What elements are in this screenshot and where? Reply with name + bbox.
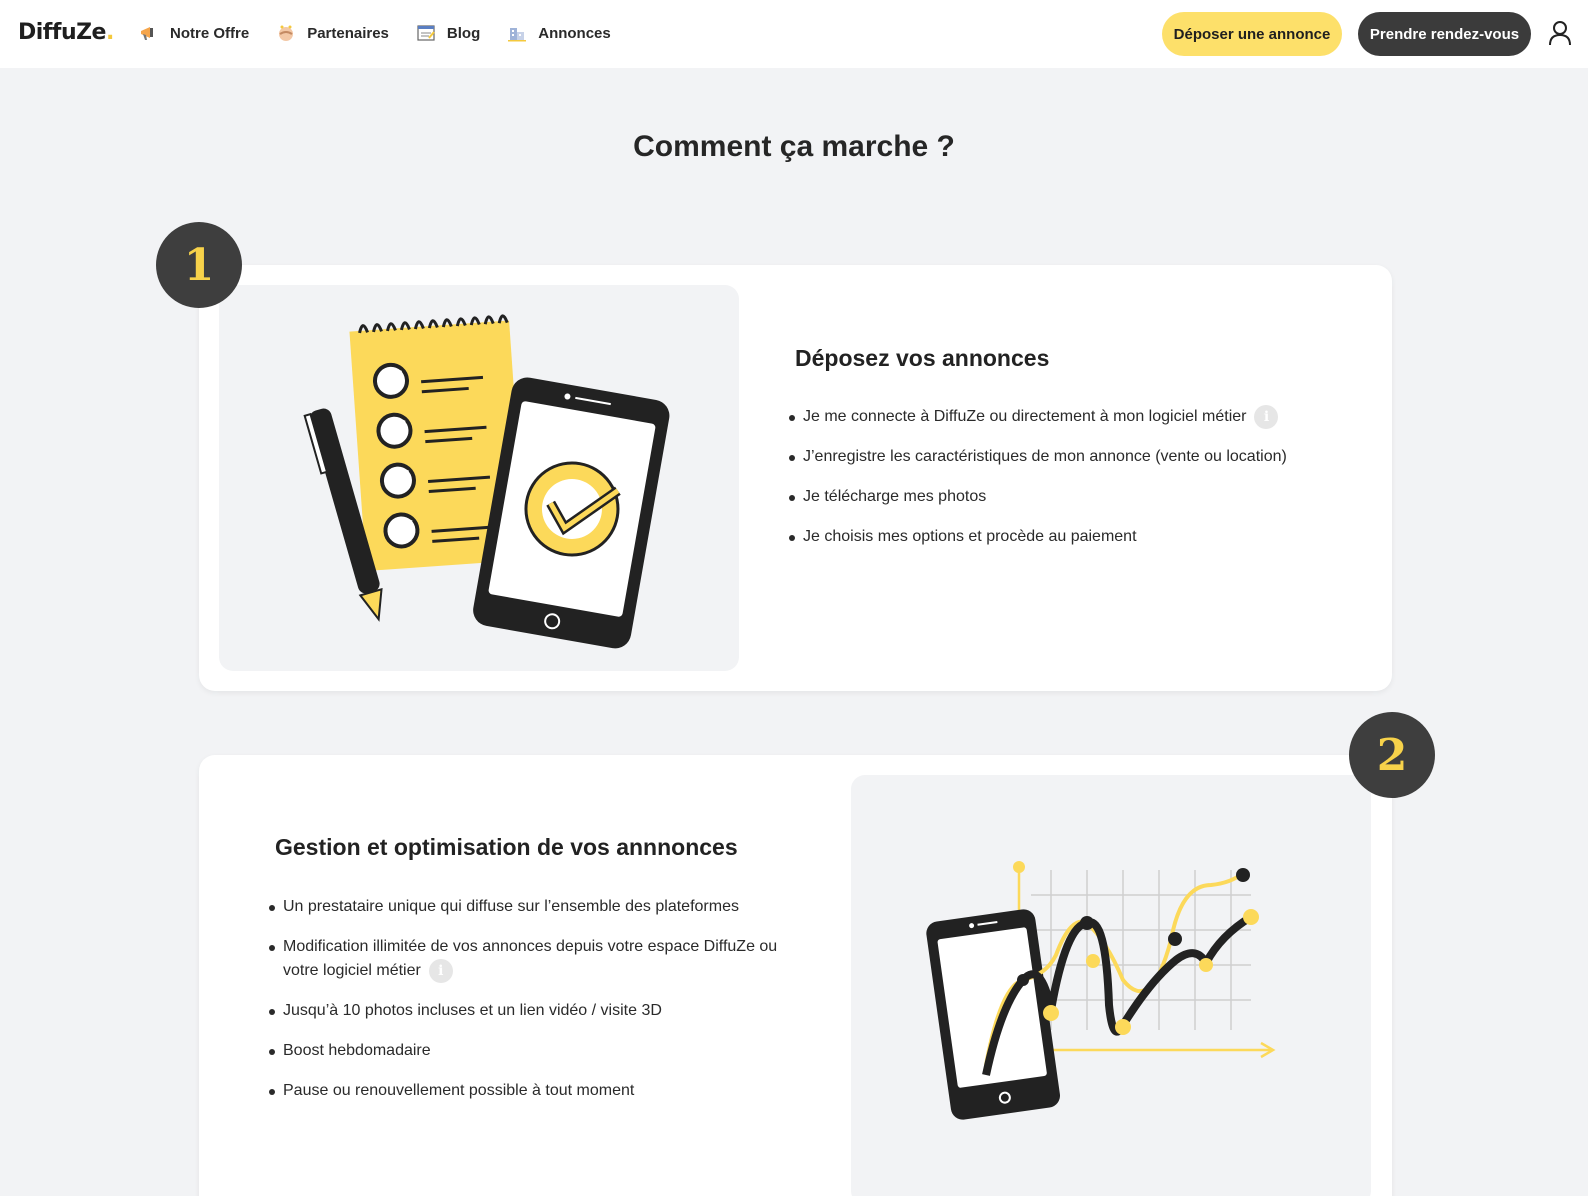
main-nav: Notre Offre Partenaires Blog Annonces [138,22,611,44]
handshake-icon [275,22,297,44]
nav-label: Partenaires [307,24,389,42]
step-number-badge: 2 [1349,712,1435,798]
user-icon[interactable] [1547,20,1573,46]
nav-label: Notre Offre [170,24,250,42]
nav-label: Annonces [538,24,611,42]
step-bullets: Un prestataire unique qui diffuse sur l’… [267,895,787,1119]
list-item: Jusqu’à 10 photos incluses et un lien vi… [267,999,787,1023]
list-item: Pause ou renouvellement possible à tout … [267,1079,787,1103]
nav-item-partenaires[interactable]: Partenaires [275,22,389,44]
step-card-1: Déposez vos annonces Je me connecte à Di… [199,265,1392,691]
buildings-icon [506,22,528,44]
top-navigation-bar: DiffuZe. Notre Offre Partenaires Blog An… [0,0,1588,68]
nav-item-annonces[interactable]: Annonces [506,22,611,44]
growth-chart-illustration [851,775,1371,1196]
nav-label: Blog [446,24,481,42]
list-item: Je télécharge mes photos [787,485,1347,509]
step-number-badge: 1 [156,222,242,308]
page-title: Comment ça marche ? [633,130,955,163]
list-item: Je choisis mes options et procède au pai… [787,525,1347,549]
nav-item-blog[interactable]: Blog [415,22,480,44]
list-item: Modification illimitée de vos annonces d… [267,935,787,983]
megaphone-icon [138,22,160,44]
list-item: Un prestataire unique qui diffuse sur l’… [267,895,787,919]
notepad-icon [415,22,437,44]
checklist-phone-illustration [219,285,739,671]
step-bullets: Je me connecte à DiffuZe ou directement … [787,405,1347,565]
prendre-rendez-vous-button[interactable]: Prendre rendez-vous [1358,12,1531,56]
step-title: Gestion et optimisation de vos annnonces [275,834,738,860]
info-icon[interactable]: i [1254,405,1279,429]
list-item: J’enregistre les caractéristiques de mon… [787,445,1347,469]
list-item: Boost hebdomadaire [267,1039,787,1063]
nav-item-notre-offre[interactable]: Notre Offre [138,22,249,44]
info-icon[interactable]: i [428,959,453,983]
list-item: Je me connecte à DiffuZe ou directement … [787,405,1347,429]
diffuze-logo[interactable]: DiffuZe. [18,20,114,45]
deposer-annonce-button[interactable]: Déposer une annonce [1162,12,1342,56]
step-title: Déposez vos annonces [795,345,1050,371]
step-card-2: Gestion et optimisation de vos annnonces… [199,755,1392,1196]
